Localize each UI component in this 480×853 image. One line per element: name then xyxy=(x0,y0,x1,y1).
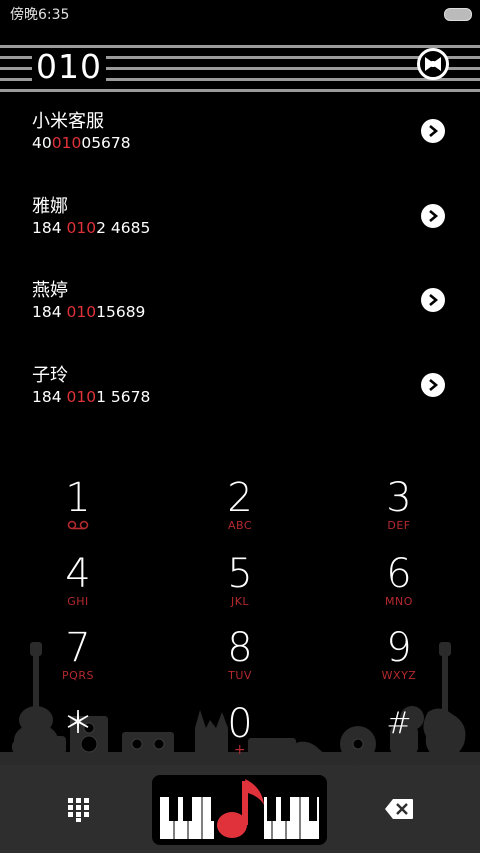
backspace-icon[interactable] xyxy=(384,798,414,820)
chevron-right-icon[interactable] xyxy=(421,203,445,228)
chevron-right-icon[interactable] xyxy=(421,372,445,397)
music-note-piano-icon xyxy=(160,775,319,845)
list-item[interactable]: 燕婷 184 01015689 xyxy=(0,267,480,352)
contact-results-list: 小米客服 4001005678 雅娜 184 0102 4685 燕婷 184 … xyxy=(0,98,480,436)
voicemail-icon xyxy=(8,520,148,533)
dial-key-hash[interactable]: # xyxy=(329,700,469,770)
list-item[interactable]: 小米客服 4001005678 xyxy=(0,98,480,183)
match-highlight: 010 xyxy=(66,218,97,237)
dial-key-0[interactable]: 0 + xyxy=(170,700,310,770)
match-highlight: 010 xyxy=(51,134,82,152)
staff-line xyxy=(0,89,480,92)
dial-key-3[interactable]: 3 DEF xyxy=(329,474,469,544)
dial-key-4[interactable]: 4 GHI xyxy=(8,550,148,620)
contact-name: 燕婷 xyxy=(32,280,68,301)
dial-key-8[interactable]: 8 TUV xyxy=(170,624,310,694)
match-highlight: 010 xyxy=(66,303,97,321)
dial-key-6[interactable]: 6 MNO xyxy=(329,550,469,620)
chevron-right-icon[interactable] xyxy=(421,119,445,143)
dial-key-5[interactable]: 5 JKL xyxy=(170,550,310,620)
call-button[interactable] xyxy=(152,775,327,845)
bottom-action-bar xyxy=(0,765,480,853)
contact-name: 子玲 xyxy=(32,364,68,386)
dial-key-star[interactable]: ＊ xyxy=(8,700,148,770)
list-item[interactable]: 子玲 184 0101 5678 xyxy=(0,352,480,437)
contact-name: 雅娜 xyxy=(32,195,68,217)
match-highlight: 010 xyxy=(66,387,97,406)
contact-phone: 184 0102 4685 xyxy=(32,218,151,237)
dialpad-grid-icon[interactable] xyxy=(66,796,92,822)
contact-phone: 184 01015689 xyxy=(32,303,146,321)
chevron-right-icon[interactable] xyxy=(421,288,445,312)
status-bar: 傍晚6:35 xyxy=(0,0,480,26)
list-item[interactable]: 雅娜 184 0102 4685 xyxy=(0,183,480,268)
dial-header: 010 xyxy=(0,42,480,92)
contact-phone: 4001005678 xyxy=(32,134,131,152)
bow-tie-icon[interactable] xyxy=(417,48,449,80)
dial-key-9[interactable]: 9 WXYZ xyxy=(329,624,469,694)
contact-phone: 184 0101 5678 xyxy=(32,387,151,406)
dial-key-1[interactable]: 1 xyxy=(8,474,148,544)
battery-icon xyxy=(444,8,472,21)
status-time: 傍晚6:35 xyxy=(10,7,70,23)
dial-key-2[interactable]: 2 ABC xyxy=(170,474,310,544)
contact-name: 小米客服 xyxy=(32,111,104,132)
dial-key-7[interactable]: 7 PQRS xyxy=(8,624,148,694)
dialed-number[interactable]: 010 xyxy=(32,48,106,86)
